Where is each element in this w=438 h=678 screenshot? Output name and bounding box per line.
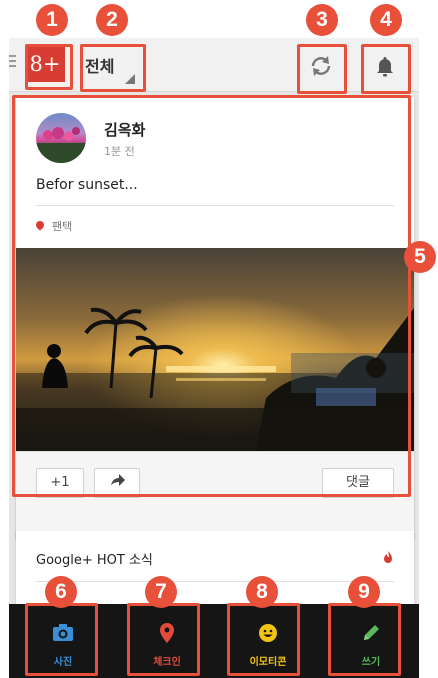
divider: [36, 581, 394, 582]
annotation-badge-9: 9: [348, 576, 380, 608]
hot-news-title: Google+ HOT 소식: [36, 553, 153, 568]
annotation-badge-2: 2: [96, 4, 128, 36]
menu-grip-icon[interactable]: [9, 55, 16, 69]
dropdown-caret-icon: [125, 74, 135, 84]
post-location[interactable]: 팬택: [34, 218, 73, 234]
write-tab-label: 쓰기: [361, 657, 381, 668]
bell-icon: [377, 57, 393, 77]
post-author[interactable]: 김옥화: [104, 119, 145, 140]
plus-one-button[interactable]: +1: [36, 468, 84, 498]
post-location-label: 팬택: [52, 220, 73, 233]
photo-tab-button[interactable]: 사진: [23, 608, 103, 674]
annotation-badge-7: 7: [145, 576, 177, 608]
write-tab-button[interactable]: 쓰기: [331, 608, 411, 674]
post-time: 1분 전: [104, 145, 135, 158]
divider: [36, 205, 394, 206]
comment-button[interactable]: 댓글: [322, 468, 394, 498]
location-pin-icon: [34, 219, 46, 231]
checkin-tab-label: 체크인: [153, 657, 181, 668]
annotation-badge-8: 8: [246, 576, 278, 608]
share-arrow-icon: [111, 474, 125, 486]
avatar-flowers-image: [36, 127, 86, 163]
annotation-badge-1: 1: [36, 4, 68, 36]
post-actions-bar: +1 댓글: [16, 451, 414, 539]
map-pin-icon: [160, 623, 174, 643]
annotation-badge-4: 4: [370, 4, 402, 36]
author-avatar[interactable]: [36, 113, 86, 163]
emoticon-tab-button[interactable]: 이모티콘: [228, 608, 308, 674]
stream-filter-dropdown[interactable]: 전체: [82, 46, 142, 90]
post-card[interactable]: 김옥화 1분 전 Befor sunset... 팬택 +1 댓글: [16, 97, 414, 539]
stream-filter-label: 전체: [85, 57, 115, 76]
checkin-tab-button[interactable]: 체크인: [127, 608, 207, 674]
flame-icon: [384, 551, 392, 563]
camera-icon: [53, 624, 73, 641]
google-plus-logo-label: 8+: [29, 52, 61, 76]
post-photo[interactable]: [16, 248, 414, 451]
annotation-badge-6: 6: [45, 576, 77, 608]
pencil-icon: [364, 625, 379, 640]
refresh-icon: [311, 56, 331, 76]
emoticon-tab-label: 이모티콘: [249, 657, 287, 668]
share-button[interactable]: [94, 468, 140, 498]
post-text: Befor sunset...: [36, 177, 138, 193]
bottom-action-bar: 사진 체크인 이모티콘 쓰기: [9, 604, 419, 678]
notifications-button[interactable]: [365, 46, 405, 86]
photo-tab-label: 사진: [53, 657, 73, 668]
refresh-button[interactable]: [301, 46, 341, 86]
google-plus-logo-button[interactable]: 8+: [25, 46, 65, 82]
annotation-badge-3: 3: [306, 4, 338, 36]
sunset-pool-photo: [16, 248, 414, 451]
top-bar: 8+ 전체: [9, 38, 419, 92]
smiley-icon: [259, 624, 277, 642]
annotation-badge-5: 5: [404, 241, 436, 273]
